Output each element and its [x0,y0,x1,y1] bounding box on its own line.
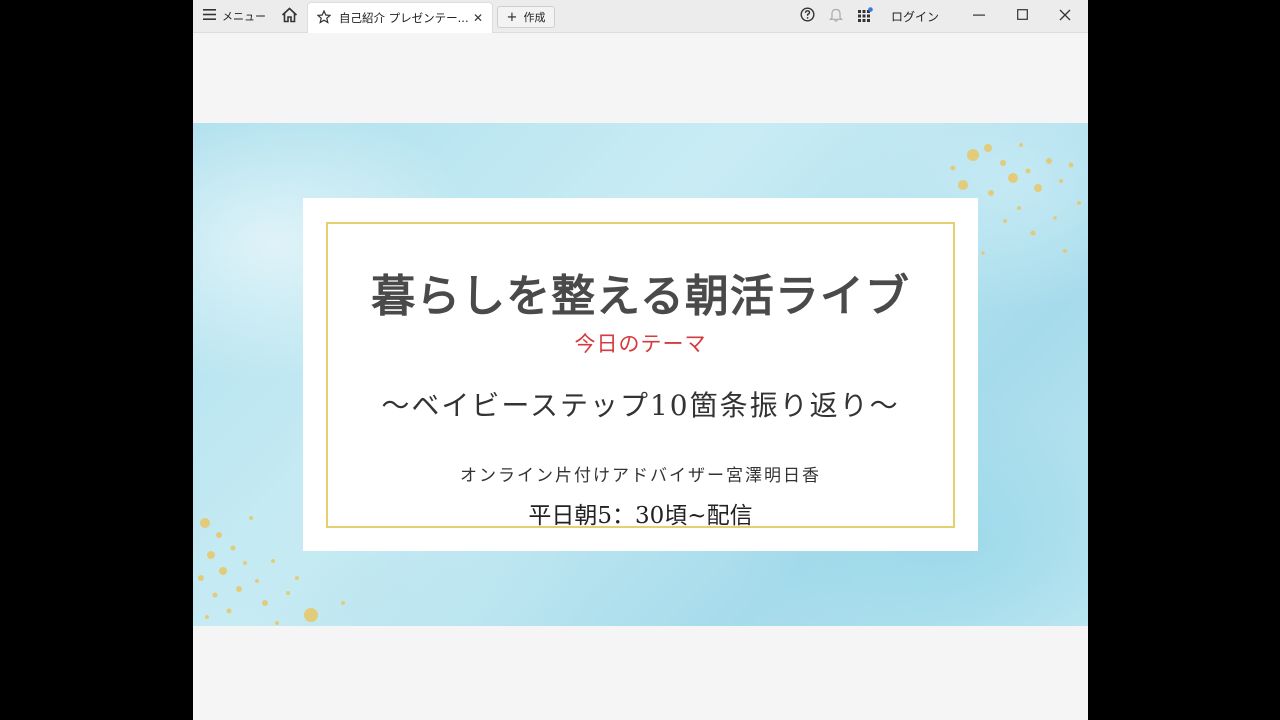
close-tab-icon[interactable]: ✕ [473,11,483,25]
slide-card: 暮らしを整える朝活ライブ 今日のテーマ 〜ベイビーステップ10箇条振り返り〜 オ… [303,198,978,551]
presentation-slide: 暮らしを整える朝活ライブ 今日のテーマ 〜ベイビーステップ10箇条振り返り〜 オ… [193,123,1088,626]
close-icon [1059,9,1071,24]
slide-theme: 〜ベイビーステップ10箇条振り返り〜 [381,389,900,422]
create-label: 作成 [523,11,546,24]
login-button[interactable]: ログイン [891,0,939,32]
menu-label: メニュー [222,10,266,23]
minimize-icon [973,9,985,24]
slide-schedule: 平日朝5：30頃~配信 [528,503,753,529]
apps-button[interactable] [857,0,873,32]
home-button[interactable] [279,0,299,32]
menu-button[interactable]: メニュー [203,0,266,32]
bell-icon [828,7,844,25]
create-button[interactable]: + 作成 [497,6,555,28]
notifications-button[interactable] [828,0,844,32]
close-window-button[interactable] [1055,0,1075,32]
tab-presentation[interactable]: 自己紹介 プレゼンテー... ✕ [307,2,493,33]
app-window: メニュー 自己紹介 プレゼンテー... ✕ + 作成 ログイン 暮らしを整える朝… [193,0,1088,720]
hamburger-icon [203,9,216,23]
home-icon [281,6,298,26]
maximize-icon [1016,9,1028,23]
tab-label: 自己紹介 プレゼンテー... [339,11,469,25]
plus-icon: + [506,9,518,25]
apps-grid-icon [857,6,873,26]
slide-title: 暮らしを整える朝活ライブ [371,271,910,322]
help-icon [799,7,815,25]
minimize-button[interactable] [969,0,989,32]
gold-frame: 暮らしを整える朝活ライブ 今日のテーマ 〜ベイビーステップ10箇条振り返り〜 オ… [326,222,955,529]
star-icon[interactable] [316,9,333,28]
slide-subtitle: 今日のテーマ [574,332,707,356]
maximize-button[interactable] [1012,0,1032,32]
slide-presenter: オンライン片付けアドバイザー宮澤明日香 [460,466,821,486]
help-button[interactable] [799,0,815,32]
title-bar: メニュー 自己紹介 プレゼンテー... ✕ + 作成 ログイン [193,0,1088,33]
